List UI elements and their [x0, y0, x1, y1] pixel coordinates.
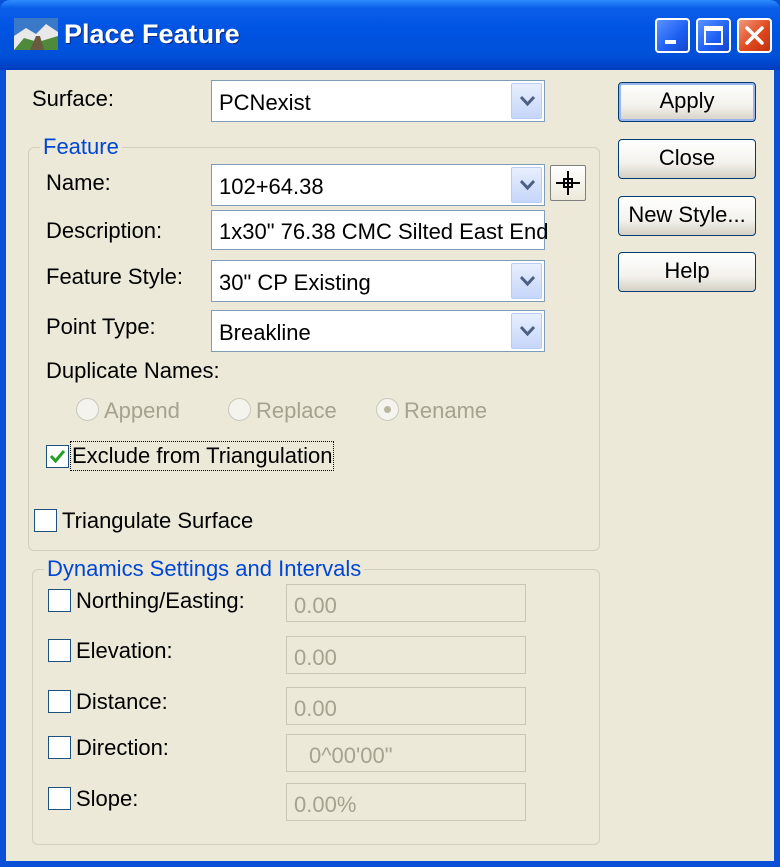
append-label: Append	[104, 398, 180, 423]
description-label: Description:	[46, 218, 163, 243]
title-bar[interactable]: Place Feature	[0, 0, 780, 70]
surface-value: PCNexist	[219, 90, 311, 115]
dynamics-group-title: Dynamics Settings and Intervals	[44, 556, 365, 582]
surface-combo[interactable]: PCNexist	[211, 80, 545, 122]
feature-style-combo[interactable]: 30" CP Existing	[211, 260, 545, 302]
chevron-down-icon[interactable]	[511, 263, 542, 299]
feature-style-label: Feature Style:	[46, 264, 183, 289]
direction-input[interactable]: 0^00'00"	[286, 734, 526, 772]
slope-label[interactable]: Slope:	[76, 786, 138, 812]
close-button[interactable]: Close	[618, 139, 756, 179]
description-value: 1x30" 76.38 CMC Silted East End	[219, 219, 549, 244]
distance-checkbox[interactable]	[48, 690, 71, 713]
northing-easting-label[interactable]: Northing/Easting:	[76, 588, 245, 614]
minimize-button[interactable]	[655, 18, 690, 53]
elevation-label[interactable]: Elevation:	[76, 638, 173, 664]
pick-feature-button[interactable]	[550, 165, 586, 201]
distance-input[interactable]: 0.00	[286, 687, 526, 725]
slope-value: 0.00%	[294, 792, 357, 817]
name-value: 102+64.38	[219, 174, 324, 199]
place-feature-app-icon	[14, 18, 58, 50]
elevation-input[interactable]: 0.00	[286, 636, 526, 674]
exclude-triangulation-label[interactable]: Exclude from Triangulation	[69, 441, 335, 471]
dialog-body: Surface: PCNexist Apply Close New Style.…	[6, 70, 774, 861]
chevron-down-icon[interactable]	[511, 83, 542, 119]
apply-button[interactable]: Apply	[618, 82, 756, 122]
direction-value: 0^00'00"	[309, 743, 393, 768]
chevron-down-icon[interactable]	[511, 313, 542, 349]
feature-style-value: 30" CP Existing	[219, 270, 371, 295]
elevation-checkbox[interactable]	[48, 639, 71, 662]
description-input[interactable]: 1x30" 76.38 CMC Silted East End	[211, 210, 549, 250]
northing-easting-checkbox[interactable]	[48, 589, 71, 612]
point-type-value: Breakline	[219, 320, 311, 345]
new-style-button[interactable]: New Style...	[618, 196, 756, 236]
triangulate-surface-checkbox[interactable]	[34, 509, 57, 532]
chevron-down-icon[interactable]	[511, 167, 542, 203]
distance-value: 0.00	[294, 696, 337, 721]
distance-label[interactable]: Distance:	[76, 689, 168, 715]
feature-group-title: Feature	[40, 134, 122, 160]
name-label: Name:	[46, 170, 111, 195]
direction-label[interactable]: Direction:	[76, 735, 169, 761]
rename-radio[interactable]	[376, 398, 399, 421]
slope-checkbox[interactable]	[48, 787, 71, 810]
triangulate-surface-label[interactable]: Triangulate Surface	[62, 508, 253, 534]
help-button[interactable]: Help	[618, 252, 756, 292]
direction-checkbox[interactable]	[48, 736, 71, 759]
elevation-value: 0.00	[294, 645, 337, 670]
place-feature-dialog: Place Feature Surface: PCNexist Apply Cl…	[0, 0, 780, 867]
close-window-button[interactable]	[737, 18, 772, 53]
radio-selected-dot	[384, 406, 391, 413]
duplicate-names-label: Duplicate Names:	[46, 358, 220, 383]
exclude-triangulation-checkbox[interactable]	[46, 445, 69, 468]
slope-input[interactable]: 0.00%	[286, 783, 526, 821]
northing-easting-value: 0.00	[294, 593, 337, 618]
rename-label: Rename	[404, 398, 488, 423]
northing-easting-input[interactable]: 0.00	[286, 584, 526, 622]
replace-radio[interactable]	[228, 398, 251, 421]
surface-label: Surface:	[32, 86, 114, 111]
point-type-label: Point Type:	[46, 314, 156, 339]
point-type-combo[interactable]: Breakline	[211, 310, 545, 352]
append-radio[interactable]	[76, 398, 99, 421]
replace-label: Replace	[256, 398, 337, 423]
maximize-button[interactable]	[696, 18, 731, 53]
window-title: Place Feature	[64, 19, 240, 49]
name-combo[interactable]: 102+64.38	[211, 164, 545, 206]
